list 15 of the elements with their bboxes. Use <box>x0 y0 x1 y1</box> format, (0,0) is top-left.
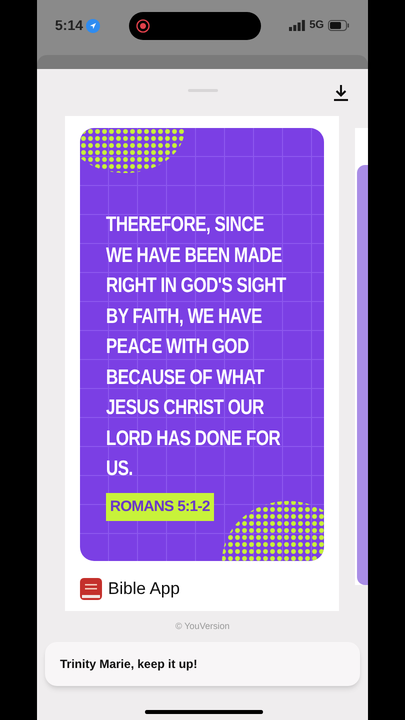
download-button[interactable] <box>332 83 350 103</box>
record-icon <box>136 18 150 32</box>
download-icon <box>333 84 349 102</box>
verse-text: THEREFORE, SINCE WE HAVE BEEN MADE RIGHT IN GOD'S SIGHT BY FAITH, WE HAVE PEACE WITH GOD BECAUSE OF WHAT JESUS CHRIST OUR LORD HAS DONE FOR US. <box>106 212 288 482</box>
app-name: Bible App <box>108 578 180 600</box>
copyright-text: © YouVersion <box>174 620 231 633</box>
verse-card[interactable]: THEREFORE, SINCE WE HAVE BEEN MADE RIGHT IN GOD'S SIGHT BY FAITH, WE HAVE PEACE WITH GOD BECAUSE OF WHAT JESUS CHRIST OUR LORD HAS DONE FOR US. ROMANS 5:1-2 Bible App <box>65 116 339 611</box>
signal-icon <box>289 20 306 31</box>
verse-reference: ROMANS 5:1-2 <box>106 492 214 521</box>
status-time: 5:14 <box>55 16 84 35</box>
location-icon <box>86 18 100 32</box>
bible-icon <box>80 578 102 600</box>
network-label: 5G <box>309 18 324 34</box>
battery-icon <box>328 20 350 31</box>
toast-message: Trinity Marie, keep it up! <box>60 656 198 672</box>
